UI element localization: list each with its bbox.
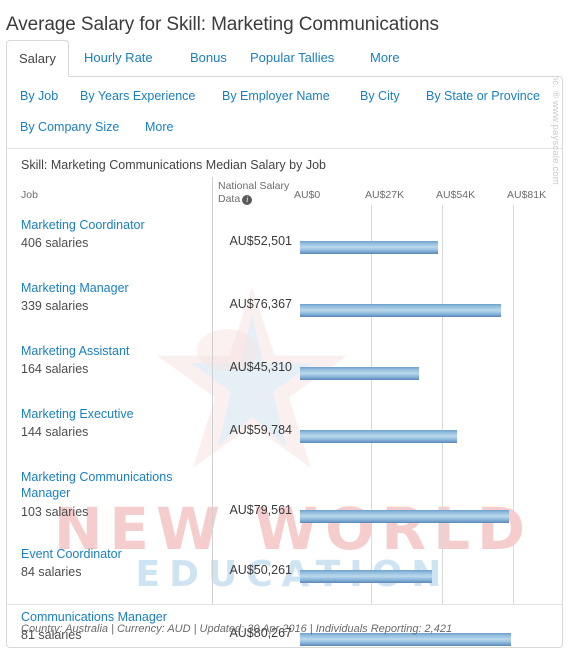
job-link[interactable]: Marketing Coordinator	[21, 217, 211, 233]
page-root: Average Salary for Skill: Marketing Comm…	[0, 0, 575, 653]
salary-count: 339 salaries	[21, 299, 89, 313]
subnav-row-1: By Job By Years Experience By Employer Nam…	[7, 85, 562, 115]
subnav-divider	[7, 148, 562, 149]
job-link[interactable]: Marketing Manager	[21, 280, 211, 296]
footer-divider	[7, 604, 562, 605]
salary-bar-chart: NEW WORLD EDUCATION Job National Salary …	[7, 177, 562, 647]
salary-count: 144 salaries	[21, 425, 89, 439]
table-row: Marketing Coordinator 406 salaries AU$52,5…	[7, 217, 562, 280]
salary-count: 103 salaries	[21, 505, 89, 519]
table-row: Marketing Communications Manager 103 sala…	[7, 469, 562, 532]
job-link[interactable]: Event Coordinator	[21, 546, 211, 562]
tab-bonus[interactable]: Bonus	[178, 40, 239, 77]
salary-bar	[300, 367, 419, 380]
national-salary-line-2: Data	[218, 193, 241, 205]
salary-panel: By Job By Years Experience By Employer Nam…	[6, 76, 563, 648]
salary-count: 164 salaries	[21, 362, 89, 376]
column-header-job: Job	[21, 189, 38, 201]
table-row: Marketing Executive 144 salaries AU$59,784	[7, 406, 562, 469]
salary-bar	[300, 241, 438, 254]
salary-value: AU$76,367	[229, 297, 292, 311]
table-row: Marketing Manager 339 salaries AU$76,367	[7, 280, 562, 343]
tab-hourly-rate[interactable]: Hourly Rate	[72, 40, 165, 77]
info-icon[interactable]: i	[242, 195, 253, 205]
subnav-by-company-size[interactable]: By Company Size	[20, 116, 119, 138]
table-row: Marketing Assistant 164 salaries AU$45,310	[7, 343, 562, 406]
x-axis-tick-0: AU$0	[294, 189, 321, 201]
tab-more[interactable]: More	[358, 40, 412, 77]
job-link[interactable]: Marketing Assistant	[21, 343, 211, 359]
salary-value: AU$59,784	[229, 423, 292, 437]
salary-count: 84 salaries	[21, 565, 82, 579]
salary-value: AU$52,501	[229, 234, 292, 248]
salary-bar	[300, 430, 457, 443]
subnav-by-years-experience[interactable]: By Years Experience	[80, 85, 195, 107]
subnav-more[interactable]: More	[145, 116, 173, 138]
salary-bar	[300, 510, 509, 523]
salary-bar	[300, 304, 501, 317]
subnav-by-job[interactable]: By Job	[20, 85, 58, 107]
footer-note: Country: Australia | Currency: AUD | Upd…	[21, 623, 453, 635]
salary-count: 406 salaries	[21, 236, 89, 250]
subnav-by-state-or-province[interactable]: By State or Province	[426, 85, 540, 107]
x-axis-tick-1: AU$27K	[365, 189, 405, 201]
subnav-by-employer-name[interactable]: By Employer Name	[222, 85, 330, 107]
chart-heading: Skill: Marketing Communications Median S…	[21, 158, 326, 172]
salary-value: AU$50,261	[229, 563, 292, 577]
x-axis-tick-2: AU$54K	[436, 189, 476, 201]
national-salary-line-1: National Salary	[218, 180, 290, 192]
salary-bar	[300, 570, 432, 583]
page-title: Average Salary for Skill: Marketing Comm…	[6, 13, 439, 35]
job-link[interactable]: Marketing Communications Manager	[21, 469, 211, 501]
salary-value: AU$79,561	[229, 503, 292, 517]
salary-value: AU$45,310	[229, 360, 292, 374]
primary-tabs: Salary Hourly Rate Bonus Popular Tallies Mor…	[6, 40, 563, 77]
column-header-national-salary-data: National Salary Data i	[218, 180, 289, 206]
x-axis-tick-3: AU$81K	[507, 189, 547, 201]
subnav-by-city[interactable]: By City	[360, 85, 400, 107]
tab-salary[interactable]: Salary	[6, 40, 69, 77]
subnav-row-2: By Company Size More	[7, 116, 562, 146]
job-link[interactable]: Marketing Executive	[21, 406, 211, 422]
tab-popular-tallies[interactable]: Popular Tallies	[238, 40, 346, 77]
table-row: Event Coordinator 84 salaries AU$50,261	[7, 546, 562, 609]
